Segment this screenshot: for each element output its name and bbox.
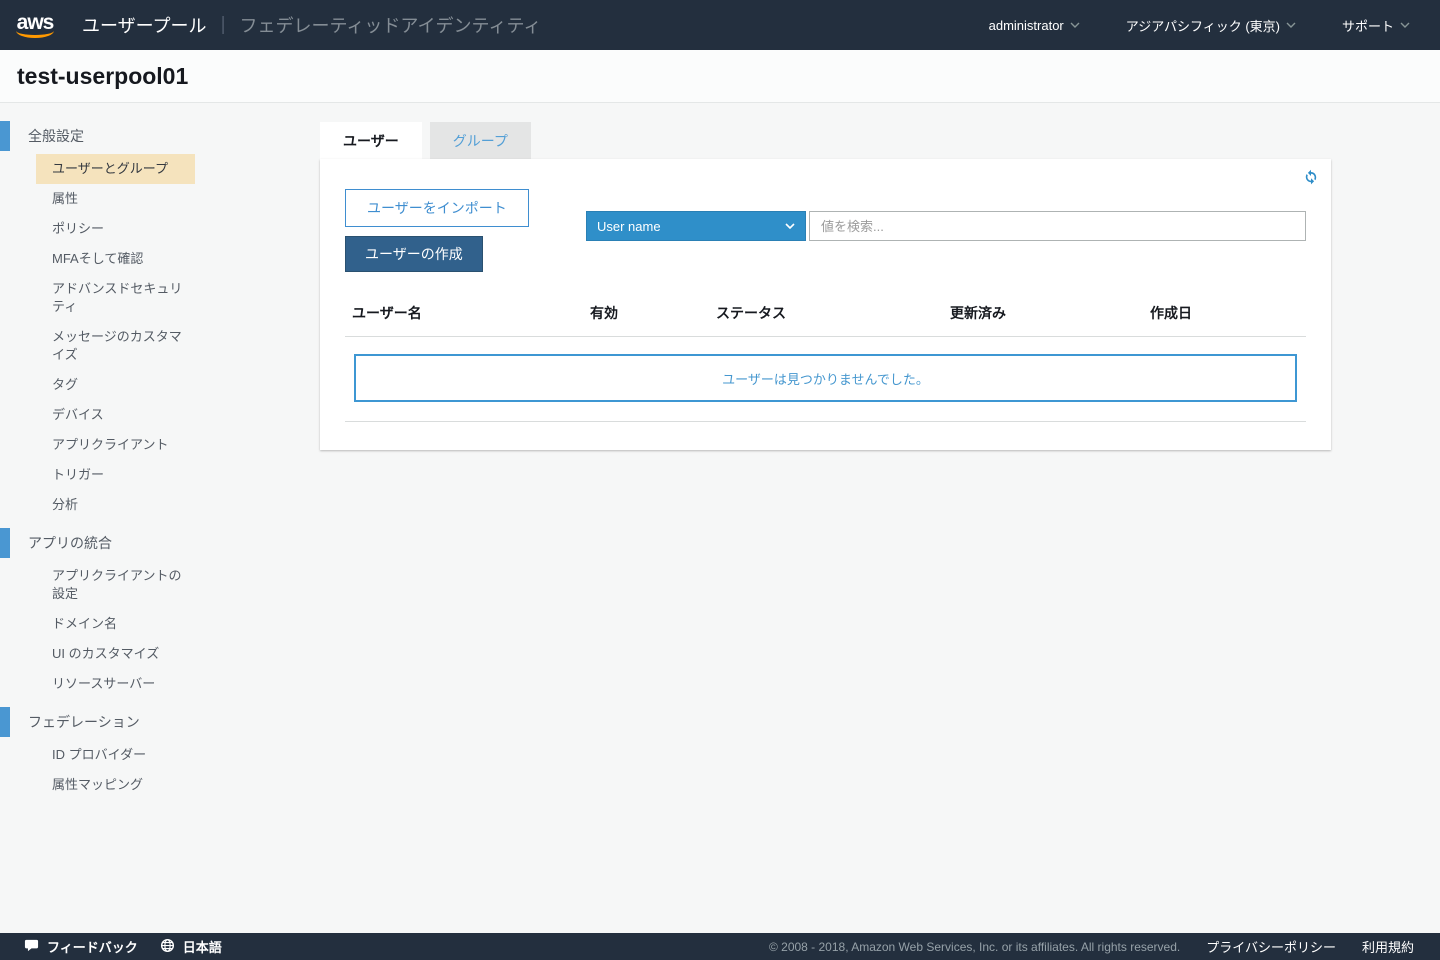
import-users-button[interactable]: ユーザーをインポート xyxy=(345,189,529,227)
table-header-row: ユーザー名 有効 ステータス 更新済み 作成日 xyxy=(345,303,1306,337)
aws-smile-icon xyxy=(16,30,54,38)
sidebar-section-federation[interactable]: フェデレーション xyxy=(0,707,320,737)
feedback-button[interactable]: フィードバック xyxy=(24,937,138,956)
users-table: ユーザー名 有効 ステータス 更新済み 作成日 ユーザーは見つかりませんでした。 xyxy=(345,303,1306,422)
region-menu-label: アジアパシフィック (東京) xyxy=(1125,18,1280,34)
section-label: 全般設定 xyxy=(28,128,84,144)
main-content: ユーザー グループ ユーザーをインポート ユーザーの作成 User name 値… xyxy=(320,122,1331,450)
filter-group: User name xyxy=(586,211,1306,241)
support-menu[interactable]: サポート xyxy=(1342,16,1410,35)
copyright-text: © 2008 - 2018, Amazon Web Services, Inc.… xyxy=(768,939,1181,954)
account-menu[interactable]: administrator xyxy=(989,18,1080,33)
sidebar-item-app-clients[interactable]: アプリクライアント xyxy=(36,430,195,460)
section-accent-bar xyxy=(0,121,10,151)
filter-attribute-dropdown[interactable]: User name xyxy=(586,211,806,241)
account-menu-label: administrator xyxy=(988,17,1064,33)
terms-of-use-link[interactable]: 利用規約 xyxy=(1362,937,1414,956)
language-label: 日本語 xyxy=(182,940,222,955)
empty-state-box: ユーザーは見つかりませんでした。 xyxy=(354,354,1297,402)
nav-separator: | xyxy=(220,14,226,35)
sidebar-item-triggers[interactable]: トリガー xyxy=(36,460,195,490)
sidebar-item-app-client-settings[interactable]: アプリクライアントの設定 xyxy=(36,561,195,609)
sidebar-item-devices[interactable]: デバイス xyxy=(36,400,195,430)
empty-state-message: ユーザーは見つかりませんでした。 xyxy=(722,371,929,387)
sidebar-item-policies[interactable]: ポリシー xyxy=(36,214,195,244)
create-user-button[interactable]: ユーザーの作成 xyxy=(345,236,483,272)
feedback-label: フィードバック xyxy=(47,940,138,955)
sidebar-section-items: ユーザーとグループ 属性 ポリシー MFAそして確認 アドバンスドセキュリティ … xyxy=(0,154,320,520)
sidebar-item-tags[interactable]: タグ xyxy=(36,370,195,400)
language-selector[interactable]: 日本語 xyxy=(160,937,222,956)
nav-federated-identities[interactable]: フェデレーティッドアイデンティティ xyxy=(240,12,542,38)
tab-groups[interactable]: グループ xyxy=(429,122,531,159)
sidebar-item-attributes[interactable]: 属性 xyxy=(36,184,195,214)
search-value-input[interactable] xyxy=(809,211,1306,241)
sidebar-item-domain-name[interactable]: ドメイン名 xyxy=(36,609,195,639)
column-header-status: ステータス xyxy=(716,305,786,321)
title-bar: test-userpool01 xyxy=(0,50,1440,103)
sidebar-item-ui-customization[interactable]: UI のカスタマイズ xyxy=(36,639,195,669)
tab-bar: ユーザー グループ xyxy=(320,122,1331,159)
footer-bar: フィードバック 日本語 © 2008 - 2018, Amazon Web Se… xyxy=(0,933,1440,960)
sidebar-item-advanced-security[interactable]: アドバンスドセキュリティ xyxy=(36,274,195,322)
privacy-policy-link[interactable]: プライバシーポリシー xyxy=(1206,937,1336,956)
sidebar-item-message-customizations[interactable]: メッセージのカスタマイズ xyxy=(36,322,195,370)
users-panel: ユーザーをインポート ユーザーの作成 User name ユーザー名 xyxy=(320,159,1331,450)
tab-users[interactable]: ユーザー xyxy=(320,122,422,159)
sidebar-section-general-settings[interactable]: 全般設定 xyxy=(0,121,320,151)
sidebar-item-identity-providers[interactable]: ID プロバイダー xyxy=(36,740,195,770)
support-menu-label: サポート xyxy=(1341,18,1394,34)
sidebar-item-attribute-mapping[interactable]: 属性マッピング xyxy=(36,770,195,800)
column-header-enabled: 有効 xyxy=(590,305,618,321)
region-menu[interactable]: アジアパシフィック (東京) xyxy=(1126,16,1296,35)
table-bottom-divider xyxy=(345,421,1306,422)
top-navigation-bar: aws ユーザープール | フェデレーティッドアイデンティティ administ… xyxy=(0,0,1440,50)
refresh-icon[interactable] xyxy=(1303,169,1319,185)
sidebar-item-analytics[interactable]: 分析 xyxy=(36,490,195,520)
chevron-down-icon xyxy=(1400,22,1410,28)
toolbar: ユーザーをインポート ユーザーの作成 User name xyxy=(345,189,1306,272)
sidebar-section-items: ID プロバイダー 属性マッピング xyxy=(0,740,320,800)
sidebar-item-users-and-groups[interactable]: ユーザーとグループ xyxy=(36,154,195,184)
chevron-down-icon xyxy=(1070,22,1080,28)
page-title: test-userpool01 xyxy=(17,62,189,89)
column-header-updated: 更新済み xyxy=(950,305,1006,321)
sidebar-item-mfa-verification[interactable]: MFAそして確認 xyxy=(36,244,195,274)
section-label: フェデレーション xyxy=(28,714,140,730)
sidebar-navigation: 全般設定 ユーザーとグループ 属性 ポリシー MFAそして確認 アドバンスドセキ… xyxy=(0,103,320,808)
sidebar-item-resource-servers[interactable]: リソースサーバー xyxy=(36,669,195,699)
section-label: アプリの統合 xyxy=(28,535,112,551)
sidebar-section-items: アプリクライアントの設定 ドメイン名 UI のカスタマイズ リソースサーバー xyxy=(0,561,320,699)
section-accent-bar xyxy=(0,707,10,737)
chevron-down-icon xyxy=(785,223,795,229)
section-accent-bar xyxy=(0,528,10,558)
content-area: 全般設定 ユーザーとグループ 属性 ポリシー MFAそして確認 アドバンスドセキ… xyxy=(0,103,1440,933)
nav-user-pools[interactable]: ユーザープール xyxy=(82,12,207,38)
column-header-username: ユーザー名 xyxy=(352,305,422,321)
column-header-created: 作成日 xyxy=(1150,305,1192,321)
sidebar-section-app-integration[interactable]: アプリの統合 xyxy=(0,528,320,558)
globe-icon xyxy=(160,938,175,956)
filter-attribute-selected: User name xyxy=(597,218,661,234)
aws-logo[interactable]: aws xyxy=(16,12,54,38)
chevron-down-icon xyxy=(1286,22,1296,28)
speech-bubble-icon xyxy=(24,938,39,956)
